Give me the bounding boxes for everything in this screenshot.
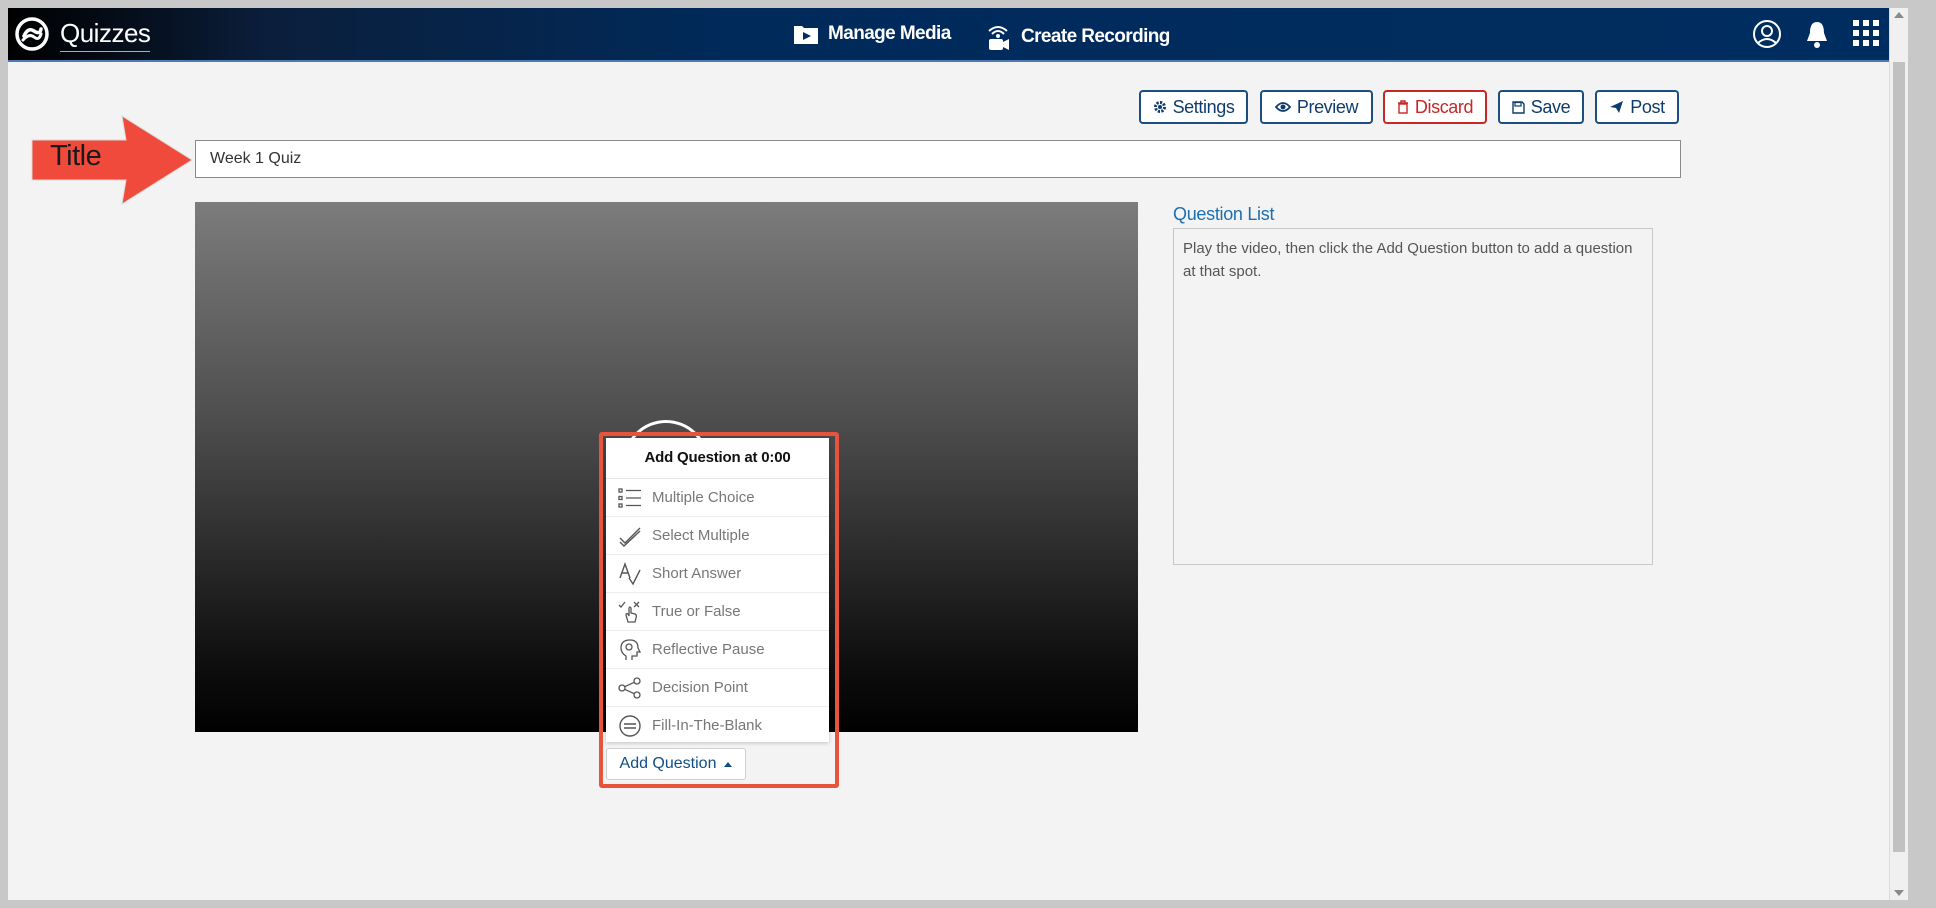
quiz-title-input[interactable] (195, 140, 1681, 178)
menu-highlight-callout (599, 432, 839, 788)
title-callout-label: Title (50, 140, 102, 172)
trash-icon (1397, 100, 1408, 114)
create-recording-link[interactable]: Create Recording (983, 22, 1170, 52)
user-account-icon[interactable] (1752, 19, 1782, 49)
eye-icon (1274, 102, 1291, 112)
manage-media-label: Manage Media (828, 23, 951, 44)
app-brand[interactable]: Quizzes (60, 18, 151, 52)
save-label: Save (1530, 96, 1571, 117)
top-bar: Quizzes Manage Media Create Recording (8, 8, 1908, 62)
floppy-disk-icon (1512, 100, 1525, 114)
discard-label: Discard (1414, 96, 1474, 117)
create-recording-label: Create Recording (1021, 26, 1170, 47)
save-button[interactable]: Save (1498, 90, 1584, 124)
notifications-bell-icon[interactable] (1804, 19, 1830, 49)
discard-button[interactable]: Discard (1383, 90, 1487, 124)
media-folder-icon (794, 26, 818, 44)
apps-grid-icon[interactable] (1852, 19, 1880, 47)
question-list-panel: Play the video, then click the Add Quest… (1173, 228, 1653, 565)
post-button[interactable]: Post (1595, 90, 1679, 124)
question-list-heading: Question List (1173, 204, 1275, 224)
paper-plane-icon (1610, 101, 1624, 113)
settings-button[interactable]: Settings (1139, 90, 1248, 124)
scrollbar-thumb[interactable] (1893, 62, 1905, 852)
settings-label: Settings (1172, 96, 1235, 117)
quizzes-logo-icon[interactable] (14, 16, 50, 52)
preview-button[interactable]: Preview (1260, 90, 1373, 124)
vertical-scrollbar[interactable] (1889, 8, 1908, 900)
scroll-down-icon[interactable] (1894, 890, 1904, 896)
gear-icon (1153, 101, 1166, 113)
preview-label: Preview (1296, 96, 1359, 117)
recording-icon (988, 26, 1009, 50)
manage-media-link[interactable]: Manage Media (792, 22, 951, 46)
post-label: Post (1630, 96, 1665, 117)
scroll-up-icon[interactable] (1894, 12, 1904, 18)
app-window: Quizzes Manage Media Create Recording Se… (8, 8, 1908, 900)
